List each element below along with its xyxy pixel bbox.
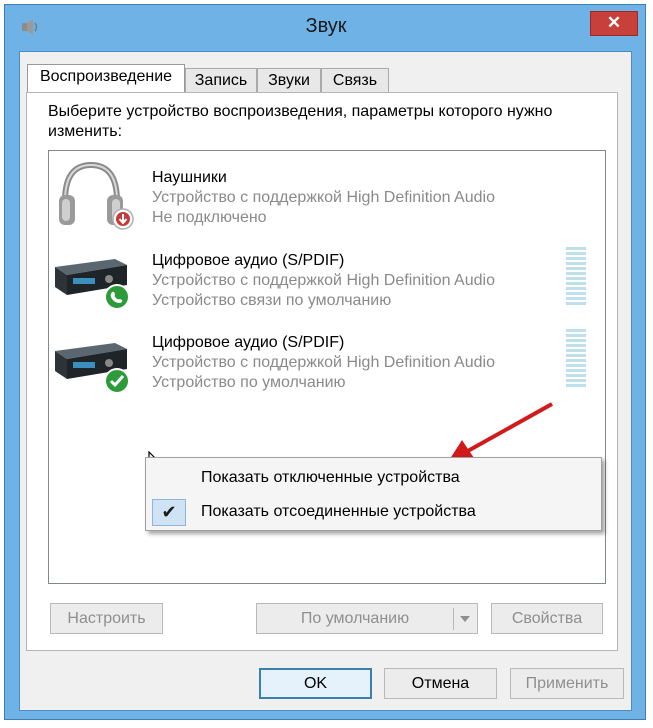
close-button[interactable]: ✕ [590, 11, 638, 36]
configure-button[interactable]: Настроить [50, 603, 163, 634]
window-title: Звук [305, 15, 347, 37]
checkmark-badge-icon [104, 368, 130, 394]
list-item[interactable]: Наушники Устройство с поддержкой High De… [49, 151, 605, 233]
menu-item-show-disabled[interactable]: Показать отключенные устройства [146, 461, 601, 495]
tab-recording[interactable]: Запись [185, 68, 257, 92]
tab-communications[interactable]: Связь [321, 68, 389, 92]
menu-item-label: Показать отсоединенные устройства [201, 503, 476, 520]
device-name: Наушники [152, 169, 227, 186]
set-default-label: По умолчанию [300, 610, 410, 627]
device-description: Устройство с поддержкой High Definition … [152, 354, 495, 371]
device-description: Устройство с поддержкой High Definition … [152, 272, 495, 289]
phone-badge-icon [104, 284, 130, 310]
properties-button[interactable]: Свойства [491, 603, 603, 634]
volume-meter [566, 247, 586, 307]
disconnected-badge-icon [112, 208, 134, 230]
checkmark-icon: ✔ [152, 499, 186, 526]
ok-button[interactable]: OK [259, 668, 372, 699]
cancel-button[interactable]: Отмена [384, 668, 497, 699]
volume-meter [566, 329, 586, 389]
device-name: Цифровое аудио (S/PDIF) [152, 334, 345, 351]
set-default-button[interactable]: По умолчанию [256, 603, 478, 634]
device-status: Устройство связи по умолчанию [152, 292, 392, 309]
device-status: Устройство по умолчанию [152, 374, 346, 391]
tab-playback[interactable]: Воспроизведение [27, 64, 185, 92]
chevron-down-icon[interactable] [459, 615, 471, 623]
menu-item-show-disconnected[interactable]: ✔ Показать отсоединенные устройства [146, 495, 601, 529]
device-name: Цифровое аудио (S/PDIF) [152, 252, 345, 269]
apply-button[interactable]: Применить [510, 668, 624, 699]
menu-item-label: Показать отключенные устройства [201, 469, 460, 486]
list-item[interactable]: Цифровое аудио (S/PDIF) Устройство с под… [49, 241, 605, 323]
list-item[interactable]: Цифровое аудио (S/PDIF) Устройство с под… [49, 323, 605, 405]
tab-sounds[interactable]: Звуки [257, 68, 321, 92]
device-status: Не подключено [152, 209, 267, 226]
device-description: Устройство с поддержкой High Definition … [152, 189, 495, 206]
divider [453, 608, 454, 630]
instruction-text: Выберите устройство воспроизведения, пар… [48, 103, 553, 140]
context-menu: Показать отключенные устройства ✔ Показа… [145, 457, 602, 531]
